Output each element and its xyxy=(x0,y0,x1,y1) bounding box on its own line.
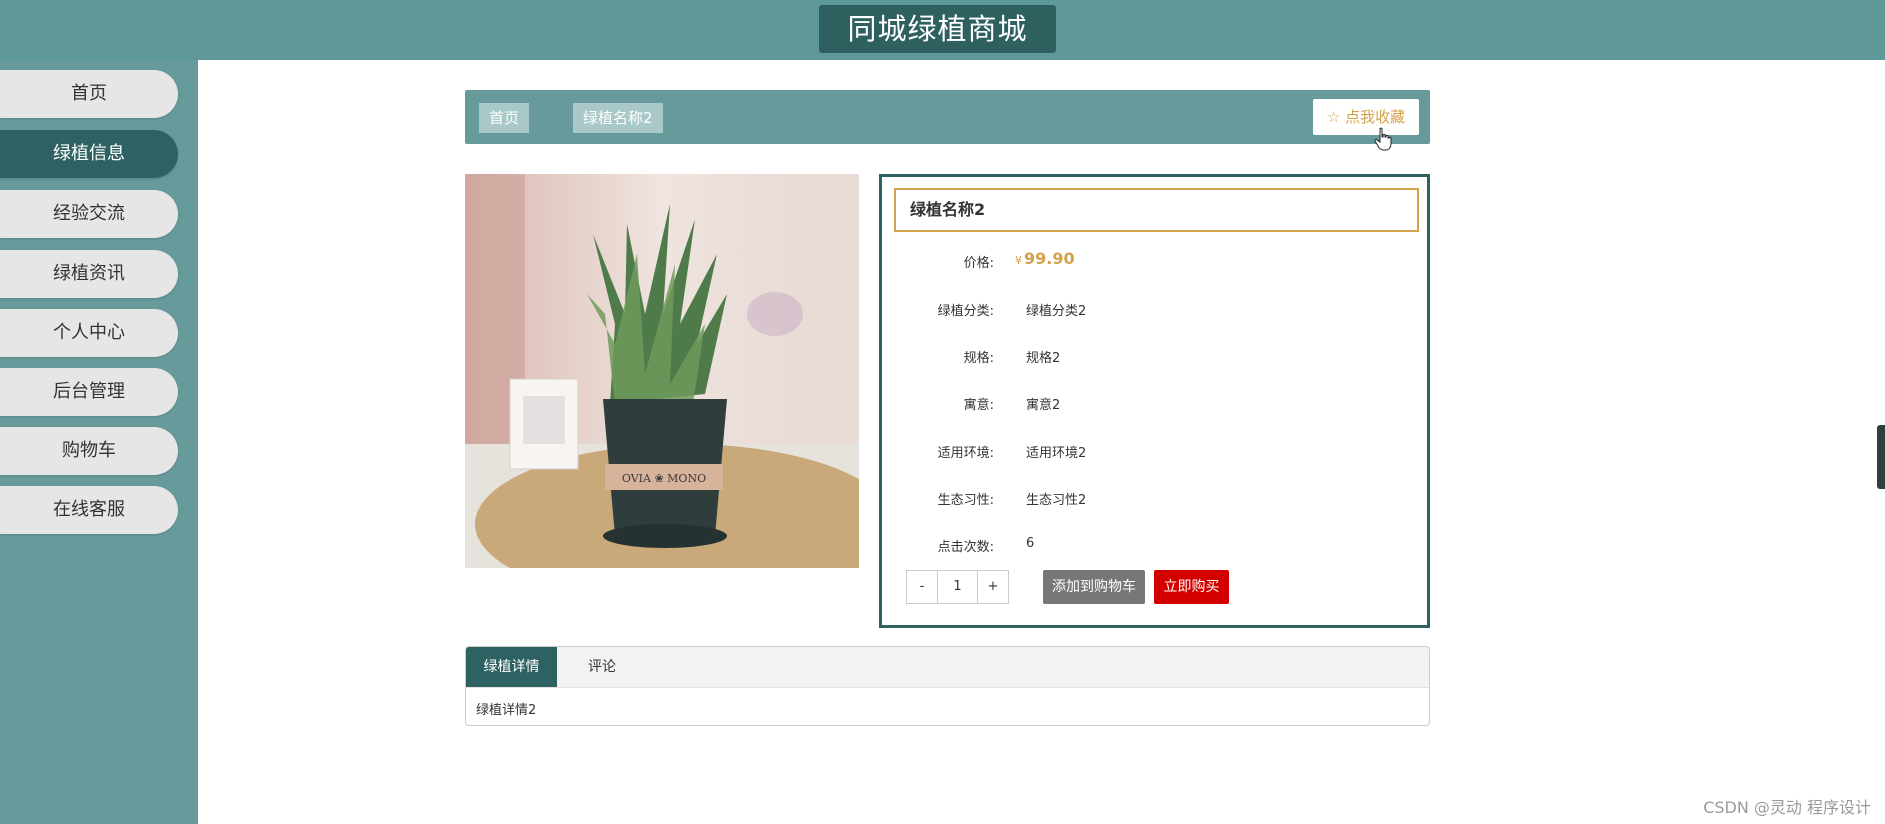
breadcrumb: 首页 绿植名称2 ☆ 点我收藏 xyxy=(465,90,1430,144)
quantity-plus-button[interactable]: + xyxy=(977,570,1009,604)
quantity-input[interactable]: 1 xyxy=(937,570,978,604)
habit-label: 生态习性: xyxy=(937,493,994,508)
quantity-minus-button[interactable]: - xyxy=(906,570,938,604)
hand-cursor-icon xyxy=(1374,127,1392,151)
product-info-panel: 绿植名称2 价格: ¥99.90 绿植分类: 绿植分类2 规格: 规格2 寓意:… xyxy=(879,174,1430,628)
category-value: 绿植分类2 xyxy=(1026,304,1087,319)
breadcrumb-home[interactable]: 首页 xyxy=(479,103,530,133)
meaning-label: 寓意: xyxy=(963,398,994,413)
tabs-header: 绿植详情 评论 xyxy=(466,647,1429,688)
add-to-cart-button[interactable]: 添加到购物车 xyxy=(1043,570,1145,604)
spec-value: 规格2 xyxy=(1026,351,1061,366)
favorite-button[interactable]: ☆ 点我收藏 xyxy=(1313,99,1419,135)
site-title: 同城绿植商城 xyxy=(819,5,1056,53)
star-icon: ☆ xyxy=(1326,108,1341,126)
product-image: OVIA ❀ MONO xyxy=(465,174,859,568)
details-tabs: 绿植详情 评论 绿植详情2 xyxy=(465,646,1430,726)
currency-symbol: ¥ xyxy=(1015,254,1022,267)
price-value: 99.90 xyxy=(1024,249,1075,268)
product-name: 绿植名称2 xyxy=(894,188,1419,232)
sidebar-item-plant-info[interactable]: 绿植信息 xyxy=(0,130,178,178)
favorite-label: 点我收藏 xyxy=(1345,108,1406,126)
category-label: 绿植分类: xyxy=(937,304,994,319)
watermark: CSDN @灵动 程序设计 xyxy=(1703,798,1871,817)
product-price: ¥99.90 xyxy=(1015,249,1075,268)
habit-value: 生态习性2 xyxy=(1026,493,1087,508)
pot-label: OVIA ❀ MONO xyxy=(622,472,706,485)
environment-label: 适用环境: xyxy=(937,446,994,461)
breadcrumb-current[interactable]: 绿植名称2 xyxy=(573,103,663,133)
price-label: 价格: xyxy=(963,256,994,271)
meaning-value: 寓意2 xyxy=(1026,398,1061,413)
spec-label: 规格: xyxy=(963,351,994,366)
buy-now-button[interactable]: 立即购买 xyxy=(1154,570,1229,604)
clicks-value: 6 xyxy=(1026,536,1035,551)
sidebar-item-cart[interactable]: 购物车 xyxy=(0,427,178,475)
sidebar-item-experience[interactable]: 经验交流 xyxy=(0,190,178,238)
sidebar-item-admin[interactable]: 后台管理 xyxy=(0,368,178,416)
top-header: 同城绿植商城 xyxy=(0,0,1885,60)
clicks-label: 点击次数: xyxy=(937,540,994,555)
tab-content: 绿植详情2 xyxy=(476,703,537,718)
sidebar-item-personal[interactable]: 个人中心 xyxy=(0,309,178,357)
sidebar: 首页 绿植信息 经验交流 绿植资讯 个人中心 后台管理 购物车 在线客服 xyxy=(0,60,198,824)
sidebar-item-home[interactable]: 首页 xyxy=(0,70,178,118)
sidebar-item-support[interactable]: 在线客服 xyxy=(0,486,178,534)
tab-details[interactable]: 绿植详情 xyxy=(466,647,557,687)
tab-comments[interactable]: 评论 xyxy=(557,647,647,687)
environment-value: 适用环境2 xyxy=(1026,446,1087,461)
sidebar-item-news[interactable]: 绿植资讯 xyxy=(0,250,178,298)
scroll-handle[interactable] xyxy=(1877,425,1885,489)
